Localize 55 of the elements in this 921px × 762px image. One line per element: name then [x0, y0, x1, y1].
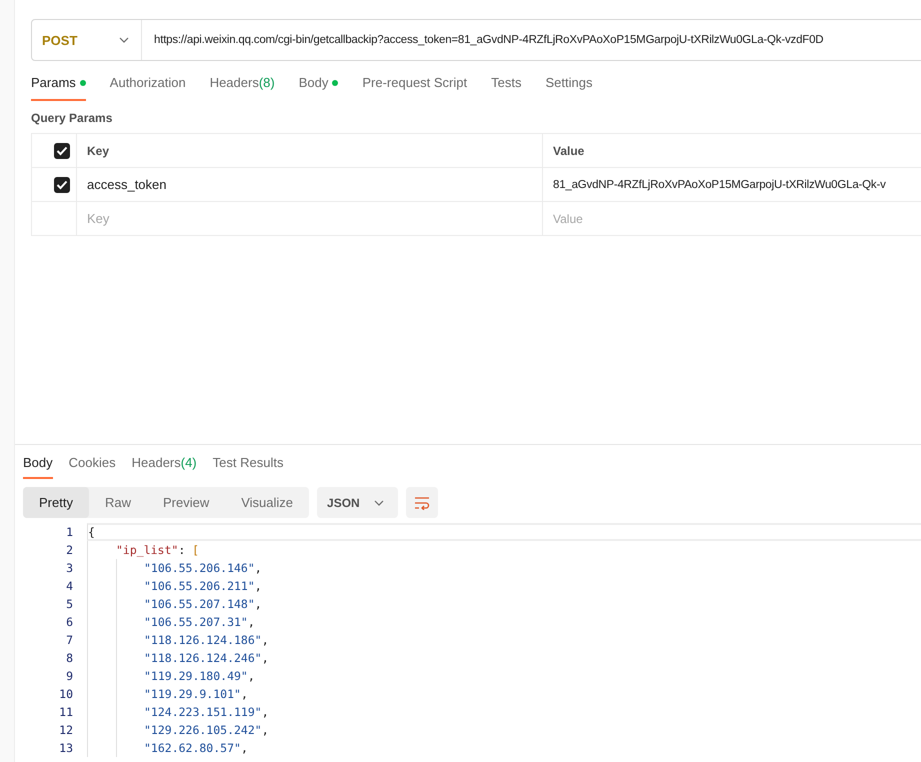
line-number: 1	[65, 525, 74, 539]
method-dropdown[interactable]: POST	[32, 20, 142, 60]
line-number: 4	[65, 579, 74, 593]
code-line: "106.55.207.148",	[144, 597, 262, 611]
url-field[interactable]: https://api.weixin.qq.com/cgi-bin/getcallbackip?access_token=81_aGvdNP-4RZfLjRoXvPAoXoP15MGarpojU-tXRilzWu0GLa-Qk-vzdF0D	[142, 34, 824, 46]
line-number: 11	[58, 705, 74, 719]
line-number: 9	[65, 669, 74, 683]
request-tab[interactable]: Params	[31, 75, 86, 101]
line-number: 7	[65, 633, 74, 647]
line-number: 13	[58, 741, 74, 755]
code-line: "124.223.151.119",	[144, 705, 269, 719]
response-tab[interactable]: Test Results	[212, 453, 284, 479]
response-tab[interactable]: Body	[23, 453, 53, 479]
response-tab[interactable]: Headers(4)	[132, 453, 197, 479]
view-mode-button[interactable]: Preview	[146, 487, 226, 518]
chevron-down-icon	[119, 37, 129, 43]
code-line: "162.62.80.57",	[144, 741, 248, 755]
view-mode-button[interactable]: Raw	[88, 487, 147, 518]
code-line: "118.126.124.246",	[144, 651, 269, 665]
code-line: "119.29.9.101",	[144, 687, 248, 701]
line-number: 10	[58, 687, 74, 701]
wrap-lines-button[interactable]	[406, 487, 438, 518]
view-mode-button[interactable]: Pretty	[23, 487, 89, 518]
chevron-down-icon	[374, 500, 384, 506]
code-line: "129.226.105.242",	[144, 723, 269, 737]
section-title: Query Params	[31, 111, 114, 125]
wrap-icon	[414, 496, 430, 510]
code-line: "118.126.124.186",	[144, 633, 269, 647]
code-line: "106.55.207.31",	[144, 615, 255, 629]
code-line: "106.55.206.146",	[144, 561, 262, 575]
code-line: "119.29.180.49",	[144, 669, 255, 683]
view-mode-button[interactable]: Visualize	[225, 487, 310, 518]
column-header: Value	[552, 142, 586, 160]
request-tab[interactable]: Pre-request Script	[362, 75, 468, 101]
table-cell: access_token	[77, 168, 543, 201]
format-dropdown[interactable]: JSON	[317, 487, 398, 518]
line-number: 12	[58, 723, 74, 737]
code-line: "ip_list": [	[116, 543, 200, 557]
line-number: 3	[65, 561, 74, 575]
request-tab[interactable]: Headers(8)	[210, 75, 275, 101]
request-tab[interactable]: Settings	[545, 75, 592, 101]
line-number: 6	[65, 615, 74, 629]
checkbox[interactable]	[54, 142, 70, 158]
request-tab[interactable]: Authorization	[110, 75, 186, 101]
line-number: 8	[65, 651, 74, 665]
response-tab[interactable]: Cookies	[68, 453, 116, 479]
column-header: Key	[77, 134, 543, 167]
line-number: 5	[65, 597, 74, 611]
line-number: 2	[65, 543, 74, 557]
code-line: "106.55.206.211",	[144, 579, 262, 593]
request-tab[interactable]: Body	[298, 75, 338, 101]
request-tab[interactable]: Tests	[491, 75, 522, 101]
code-line: {	[88, 525, 95, 539]
table-cell-text: 81_aGvdNP-4RZfLjRoXvPAoXoP15MGarpojU-tXRilzWu0GLa-Qk-v	[552, 178, 887, 192]
checkbox[interactable]	[54, 176, 70, 192]
